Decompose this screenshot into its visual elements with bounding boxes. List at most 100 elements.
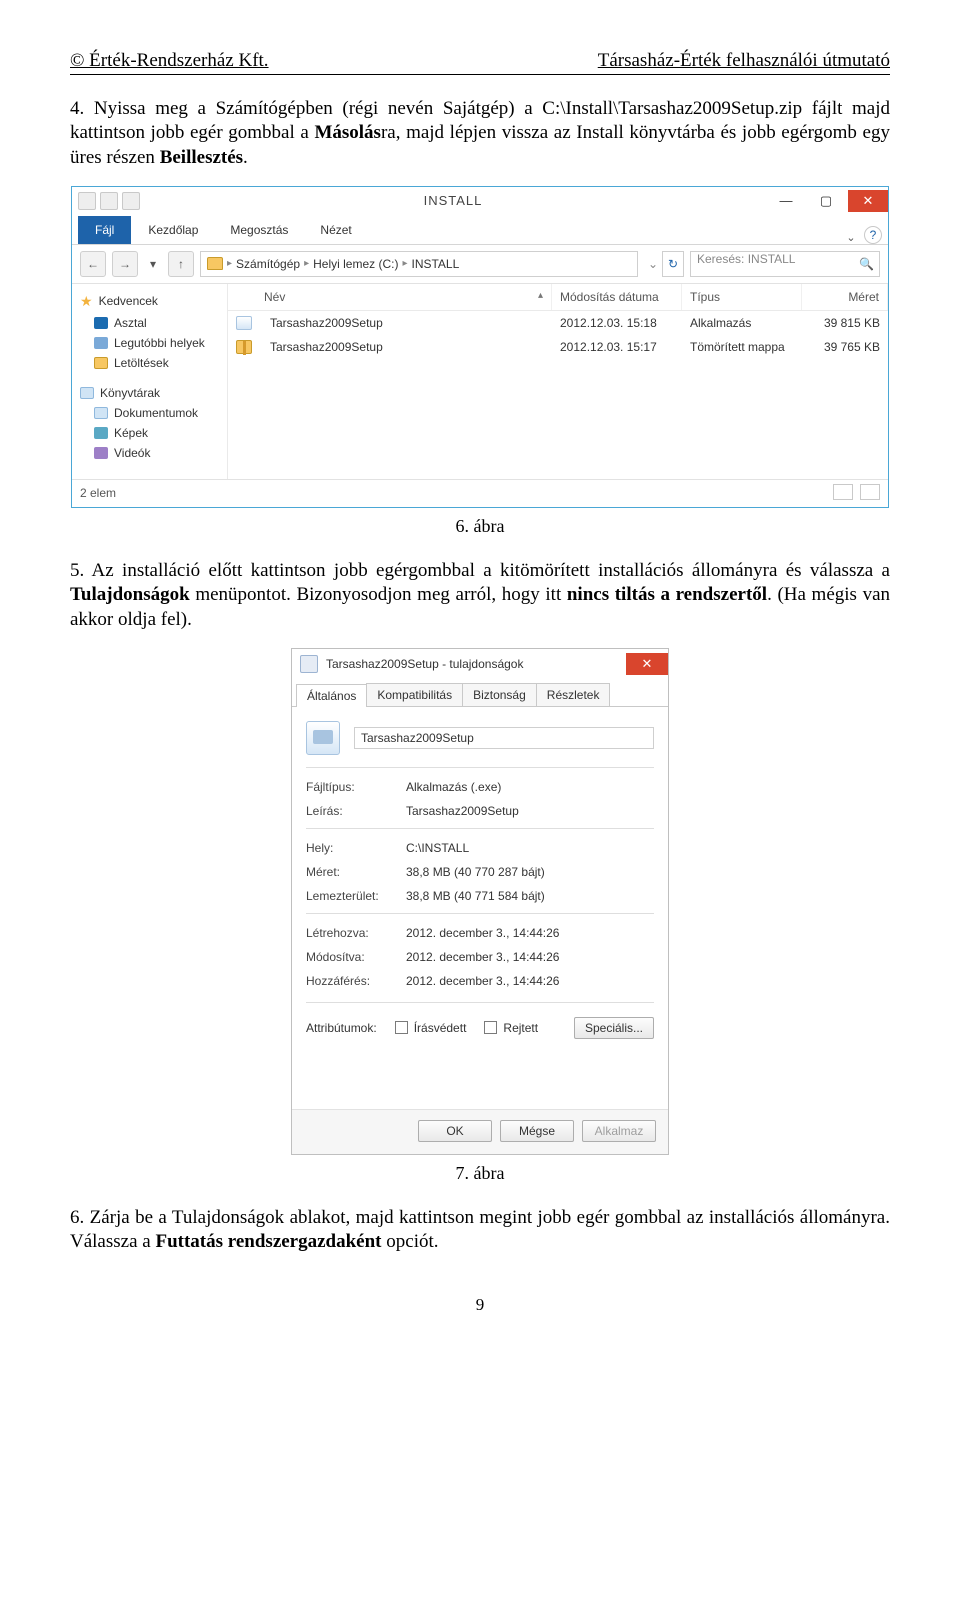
close-button[interactable]: ✕ <box>848 190 888 212</box>
value-filetype: Alkalmazás (.exe) <box>406 780 654 794</box>
minimize-button[interactable]: — <box>766 190 806 212</box>
file-row[interactable]: Tarsashaz2009Setup 2012.12.03. 15:17 Töm… <box>228 335 888 359</box>
tab-file[interactable]: Fájl <box>78 216 131 244</box>
label-location: Hely: <box>306 841 406 855</box>
column-date[interactable]: Módosítás dátuma <box>552 284 682 310</box>
paragraph-6: 6. Zárja be a Tulajdonságok ablakot, maj… <box>70 1206 890 1255</box>
recent-icon <box>94 337 108 349</box>
app-icon <box>300 655 318 673</box>
nav-desktop[interactable]: Asztal <box>78 313 223 333</box>
nav-favorites[interactable]: ★Kedvencek <box>78 290 223 313</box>
page-number: 9 <box>70 1295 890 1315</box>
statusbar: 2 elem <box>72 479 888 507</box>
label-accessed: Hozzáférés: <box>306 974 406 988</box>
tab-share[interactable]: Megosztás <box>215 216 303 244</box>
checkbox-icon <box>484 1021 497 1034</box>
qat-dropdown[interactable] <box>122 192 140 210</box>
ribbon-expand-icon[interactable]: ⌄ <box>844 231 858 244</box>
qat-button[interactable] <box>100 192 118 210</box>
libraries-icon <box>80 387 94 399</box>
tab-security[interactable]: Biztonság <box>462 683 537 706</box>
readonly-checkbox[interactable]: Írásvédett <box>395 1021 467 1035</box>
label-filetype: Fájltípus: <box>306 780 406 794</box>
maximize-button[interactable]: ▢ <box>806 190 846 212</box>
view-large-button[interactable] <box>860 484 880 500</box>
view-details-button[interactable] <box>833 484 853 500</box>
value-description: Tarsashaz2009Setup <box>406 804 654 818</box>
nav-documents[interactable]: Dokumentumok <box>78 403 223 423</box>
window-title: INSTALL <box>140 193 766 208</box>
checkbox-icon <box>395 1021 408 1034</box>
explorer-titlebar: INSTALL — ▢ ✕ <box>72 187 888 215</box>
cancel-button[interactable]: Mégse <box>500 1120 574 1142</box>
documents-icon <box>94 407 108 419</box>
label-modified: Módosítva: <box>306 950 406 964</box>
properties-title: Tarsashaz2009Setup - tulajdonságok <box>326 657 626 671</box>
hidden-checkbox[interactable]: Rejtett <box>484 1021 538 1035</box>
status-item-count: 2 elem <box>80 486 116 500</box>
history-dropdown[interactable]: ▾ <box>144 253 162 275</box>
nav-downloads[interactable]: Letöltések <box>78 353 223 373</box>
tab-view[interactable]: Nézet <box>305 216 366 244</box>
qat-button[interactable] <box>78 192 96 210</box>
label-attributes: Attribútumok: <box>306 1021 377 1035</box>
value-size: 38,8 MB (40 770 287 bájt) <box>406 865 654 879</box>
breadcrumb-dropdown[interactable]: ⌄ <box>644 257 662 271</box>
value-disk: 38,8 MB (40 771 584 bájt) <box>406 889 654 903</box>
up-button[interactable]: ↑ <box>168 251 194 277</box>
label-created: Létrehozva: <box>306 926 406 940</box>
exe-icon <box>236 316 252 330</box>
refresh-button[interactable]: ↻ <box>662 251 684 277</box>
paragraph-4: 4. Nyissa meg a Számítógépben (régi nevé… <box>70 97 890 170</box>
figure-7-caption: 7. ábra <box>70 1163 890 1184</box>
properties-dialog: Tarsashaz2009Setup - tulajdonságok ✕ Ált… <box>291 648 669 1155</box>
value-accessed: 2012. december 3., 14:44:26 <box>406 974 654 988</box>
search-input[interactable]: Keresés: INSTALL 🔍 <box>690 251 880 277</box>
help-button[interactable]: ? <box>864 226 882 244</box>
value-modified: 2012. december 3., 14:44:26 <box>406 950 654 964</box>
tab-home[interactable]: Kezdőlap <box>133 216 213 244</box>
list-header: Név ▴ Módosítás dátuma Típus Méret <box>228 284 888 311</box>
header-left: © Érték-Rendszerház Kft. <box>70 50 269 72</box>
dialog-footer: OK Mégse Alkalmaz <box>292 1109 668 1154</box>
nav-pictures[interactable]: Képek <box>78 423 223 443</box>
zip-icon <box>236 340 252 354</box>
downloads-icon <box>94 357 108 369</box>
filename-input[interactable]: Tarsashaz2009Setup <box>354 727 654 749</box>
tab-general[interactable]: Általános <box>296 684 367 707</box>
sort-caret-icon: ▴ <box>538 290 543 304</box>
breadcrumb[interactable]: ▸ Számítógép▸ Helyi lemez (C:)▸ INSTALL <box>200 251 638 277</box>
search-icon: 🔍 <box>859 257 874 271</box>
column-size[interactable]: Méret <box>802 284 888 310</box>
column-type[interactable]: Típus <box>682 284 802 310</box>
nav-libraries[interactable]: Könyvtárak <box>78 383 223 403</box>
pictures-icon <box>94 427 108 439</box>
file-row[interactable]: Tarsashaz2009Setup 2012.12.03. 15:18 Alk… <box>228 311 888 335</box>
properties-titlebar: Tarsashaz2009Setup - tulajdonságok ✕ <box>292 649 668 679</box>
apply-button[interactable]: Alkalmaz <box>582 1120 656 1142</box>
value-location: C:\INSTALL <box>406 841 654 855</box>
label-size: Méret: <box>306 865 406 879</box>
close-button[interactable]: ✕ <box>626 653 668 675</box>
value-created: 2012. december 3., 14:44:26 <box>406 926 654 940</box>
forward-button[interactable]: → <box>112 251 138 277</box>
label-disk: Lemezterület: <box>306 889 406 903</box>
file-explorer-window: INSTALL — ▢ ✕ Fájl Kezdőlap Megosztás Né… <box>71 186 889 508</box>
label-description: Leírás: <box>306 804 406 818</box>
nav-recent[interactable]: Legutóbbi helyek <box>78 333 223 353</box>
application-icon <box>306 721 340 755</box>
paragraph-5: 5. Az installáció előtt kattintson jobb … <box>70 559 890 632</box>
navigation-pane: ★Kedvencek Asztal Legutóbbi helyek Letöl… <box>72 284 228 479</box>
column-name[interactable]: Név ▴ <box>228 284 552 310</box>
tab-compatibility[interactable]: Kompatibilitás <box>366 683 463 706</box>
tab-details[interactable]: Részletek <box>536 683 611 706</box>
ok-button[interactable]: OK <box>418 1120 492 1142</box>
address-bar-row: ← → ▾ ↑ ▸ Számítógép▸ Helyi lemez (C:)▸ … <box>72 245 888 284</box>
back-button[interactable]: ← <box>80 251 106 277</box>
advanced-button[interactable]: Speciális... <box>574 1017 654 1039</box>
properties-tabs: Általános Kompatibilitás Biztonság Részl… <box>292 679 668 707</box>
figure-6-caption: 6. ábra <box>70 516 890 537</box>
ribbon-tabs: Fájl Kezdőlap Megosztás Nézet ⌄ ? <box>72 215 888 245</box>
star-icon: ★ <box>80 293 93 310</box>
nav-videos[interactable]: Videók <box>78 443 223 463</box>
